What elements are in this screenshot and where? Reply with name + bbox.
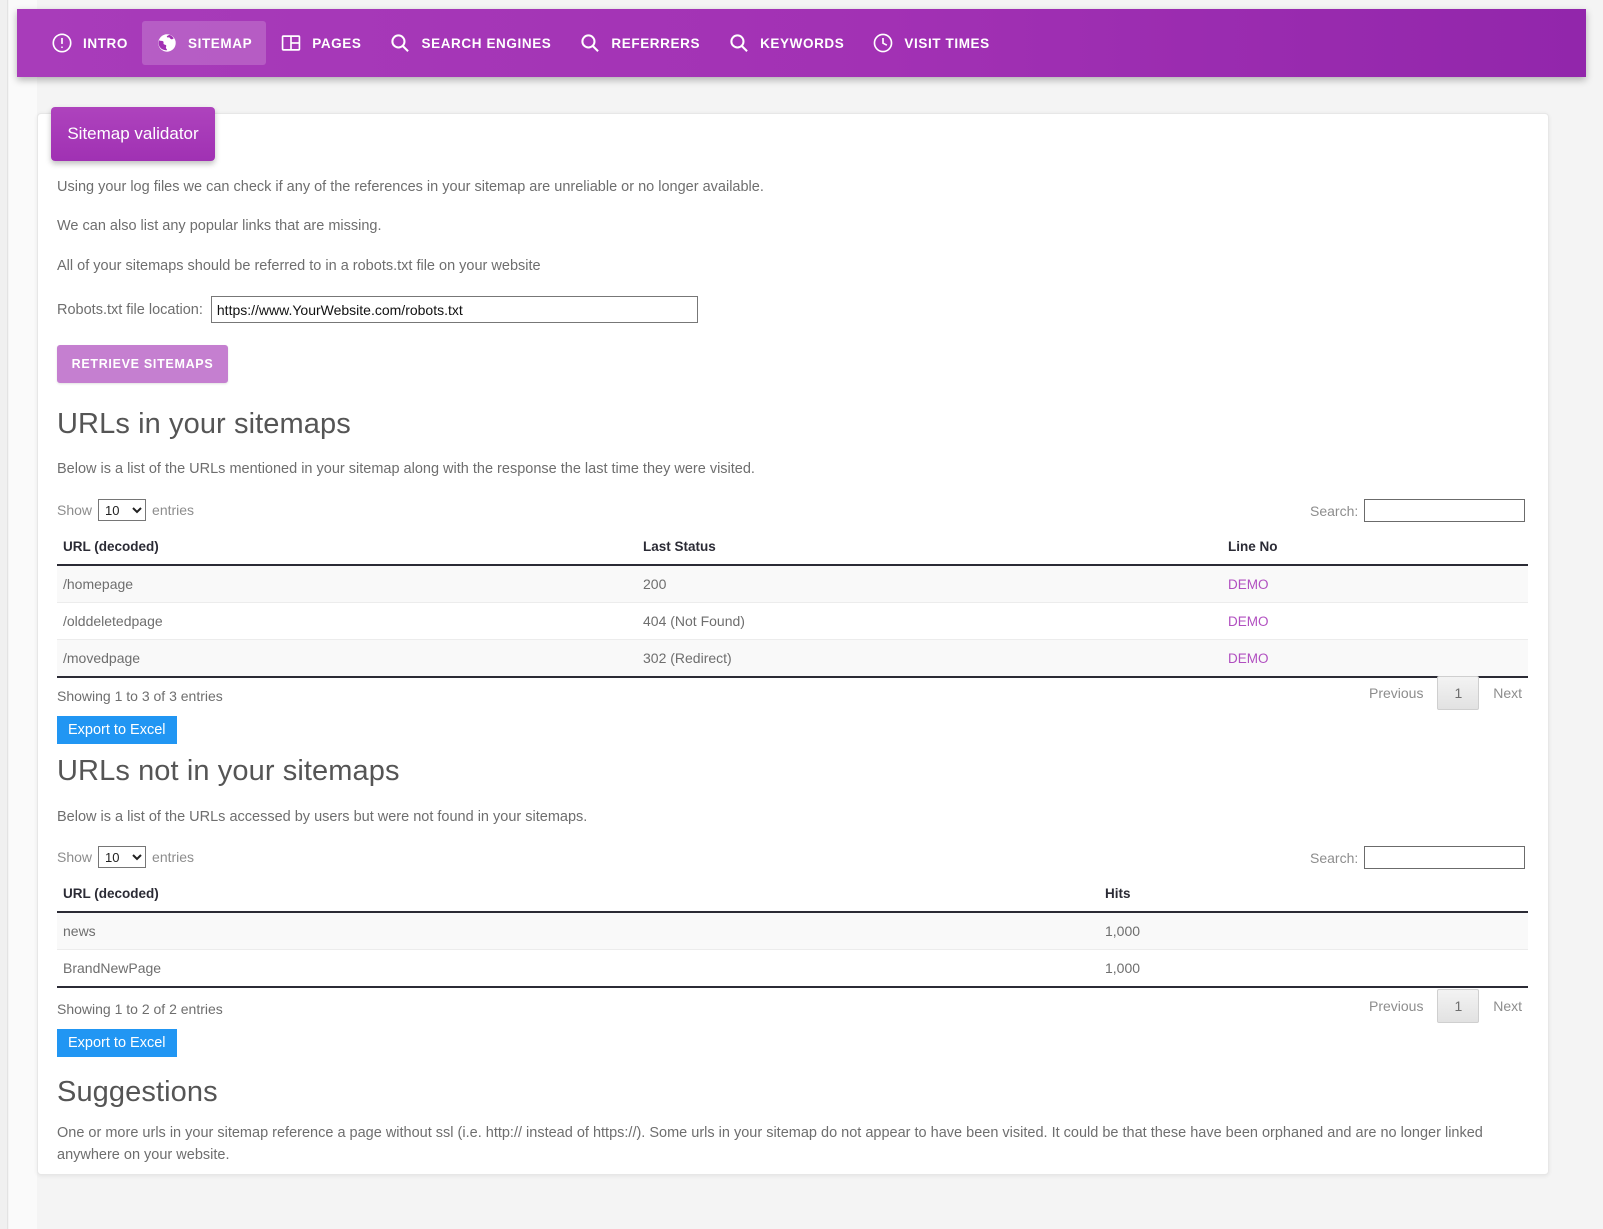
cell-hits: 1,000: [1099, 912, 1528, 950]
cell-url: /homepage: [57, 565, 637, 603]
search-label: Search:: [1310, 502, 1359, 519]
search-icon: [389, 32, 411, 54]
column-header-hits[interactable]: Hits: [1099, 878, 1528, 913]
nav-item-sitemap[interactable]: SITEMAP: [142, 21, 267, 65]
page-left-background: [9, 0, 37, 1229]
nav-item-pages[interactable]: PAGES: [266, 21, 375, 65]
nav-item-intro[interactable]: INTRO: [37, 21, 142, 65]
suggestions-text: One or more urls in your sitemap referen…: [57, 1125, 1483, 1164]
pagination-next[interactable]: Next: [1479, 992, 1536, 1020]
cell-last-status: 302 (Redirect): [637, 639, 1222, 678]
section-title-urls-in-sitemaps: URLs in your sitemaps: [57, 408, 351, 440]
cell-url: news: [57, 912, 1099, 950]
page-title: Sitemap validator: [67, 124, 199, 143]
globe-icon: [156, 32, 178, 54]
page-length-select[interactable]: 102550100: [98, 499, 147, 521]
page-left-gutter: [0, 0, 8, 1229]
table-search-control-1: Search:: [1310, 499, 1526, 522]
nav-item-label: PAGES: [312, 35, 362, 51]
column-header-line-no[interactable]: Line No: [1222, 531, 1528, 566]
table-row: /olddeletedpage 404 (Not Found) DEMO: [57, 602, 1528, 640]
show-label: Show: [57, 502, 93, 518]
column-header-url[interactable]: URL (decoded): [57, 878, 1099, 913]
urls-in-sitemaps-table: URL (decoded) Last Status Line No /homep…: [57, 531, 1528, 678]
cell-url: BrandNewPage: [57, 949, 1099, 988]
nav-item-keywords[interactable]: KEYWORDS: [714, 21, 858, 65]
nav-item-visit-times[interactable]: VISIT TIMES: [858, 21, 1003, 65]
app-page: INTRO SITEMAP PAGES SEARCH ENGINES REFER…: [0, 0, 1603, 1229]
table-pagination-2: Previous 1 Next: [1355, 989, 1536, 1023]
search-input[interactable]: [1364, 499, 1526, 522]
urls-not-in-sitemaps-table: URL (decoded) Hits news 1,000 BrandNewPa…: [57, 878, 1528, 988]
pagination-page-1[interactable]: 1: [1437, 989, 1480, 1023]
section-title-urls-not-in-sitemaps: URLs not in your sitemaps: [57, 755, 400, 787]
main-navigation: INTRO SITEMAP PAGES SEARCH ENGINES REFER…: [17, 9, 1586, 77]
section-description-urls-not-in-sitemaps: Below is a list of the URLs accessed by …: [57, 809, 588, 825]
pages-layout-icon: [280, 32, 302, 54]
pagination-previous[interactable]: Previous: [1355, 992, 1437, 1020]
table-row: /movedpage 302 (Redirect) DEMO: [57, 639, 1528, 678]
clock-icon: [872, 32, 894, 54]
cell-url: /olddeletedpage: [57, 602, 637, 640]
pagination-page-1[interactable]: 1: [1437, 676, 1480, 710]
table-header-row: URL (decoded) Last Status Line No: [57, 531, 1528, 566]
table-info-1: Showing 1 to 3 of 3 entries: [57, 688, 223, 704]
search-input[interactable]: [1364, 846, 1526, 869]
robots-location-label: Robots.txt file location:: [57, 301, 203, 318]
page-length-control-2: Show 102550100 entries: [57, 846, 194, 868]
cell-line-no: DEMO: [1222, 602, 1528, 640]
table-row: /homepage 200 DEMO: [57, 565, 1528, 603]
exclamation-circle-icon: [51, 32, 73, 54]
nav-item-search-engines[interactable]: SEARCH ENGINES: [375, 21, 565, 65]
show-label: Show: [57, 849, 93, 865]
cell-line-no: DEMO: [1222, 565, 1528, 603]
table-info-2: Showing 1 to 2 of 2 entries: [57, 1001, 223, 1017]
nav-item-label: VISIT TIMES: [904, 35, 990, 51]
demo-link[interactable]: DEMO: [1228, 614, 1269, 629]
cell-line-no: DEMO: [1222, 639, 1528, 678]
search-icon: [579, 32, 601, 54]
entries-label: entries: [152, 502, 195, 518]
nav-item-label: KEYWORDS: [760, 35, 845, 51]
demo-link[interactable]: DEMO: [1228, 651, 1269, 666]
page-length-control-1: Show 102550100 entries: [57, 499, 194, 521]
nav-item-label: REFERRERS: [611, 35, 701, 51]
pagination-next[interactable]: Next: [1479, 679, 1536, 707]
retrieve-sitemaps-button[interactable]: RETRIEVE SITEMAPS: [57, 345, 228, 383]
entries-label: entries: [152, 849, 195, 865]
cell-last-status: 404 (Not Found): [637, 602, 1222, 640]
export-to-excel-button-2[interactable]: Export to Excel: [57, 1029, 177, 1057]
cell-hits: 1,000: [1099, 949, 1528, 988]
intro-line-3: All of your sitemaps should be referred …: [57, 258, 541, 274]
demo-link[interactable]: DEMO: [1228, 577, 1269, 592]
section-description-urls-in-sitemaps: Below is a list of the URLs mentioned in…: [57, 461, 755, 477]
table-row: news 1,000: [57, 912, 1528, 950]
table-row: BrandNewPage 1,000: [57, 949, 1528, 988]
search-icon: [728, 32, 750, 54]
page-length-select[interactable]: 102550100: [98, 846, 147, 868]
cell-url: /movedpage: [57, 639, 637, 678]
search-label: Search:: [1310, 849, 1359, 866]
nav-item-label: INTRO: [83, 35, 128, 51]
nav-item-label: SITEMAP: [188, 35, 253, 51]
export-to-excel-button-1[interactable]: Export to Excel: [57, 716, 177, 744]
robots-location-row: Robots.txt file location:: [57, 296, 698, 323]
intro-line-1: Using your log files we can check if any…: [57, 179, 764, 195]
column-header-last-status[interactable]: Last Status: [637, 531, 1222, 566]
pagination-previous[interactable]: Previous: [1355, 679, 1437, 707]
nav-item-label: SEARCH ENGINES: [421, 35, 552, 51]
robots-location-input[interactable]: [210, 296, 698, 323]
nav-item-referrers[interactable]: REFERRERS: [565, 21, 714, 65]
table-pagination-1: Previous 1 Next: [1355, 676, 1536, 710]
section-title-suggestions: Suggestions: [57, 1076, 218, 1108]
cell-last-status: 200: [637, 565, 1222, 603]
page-title-badge: Sitemap validator: [51, 107, 215, 161]
column-header-url[interactable]: URL (decoded): [57, 531, 637, 566]
table-header-row: URL (decoded) Hits: [57, 878, 1528, 913]
table-search-control-2: Search:: [1310, 846, 1526, 869]
intro-line-2: We can also list any popular links that …: [57, 218, 382, 234]
